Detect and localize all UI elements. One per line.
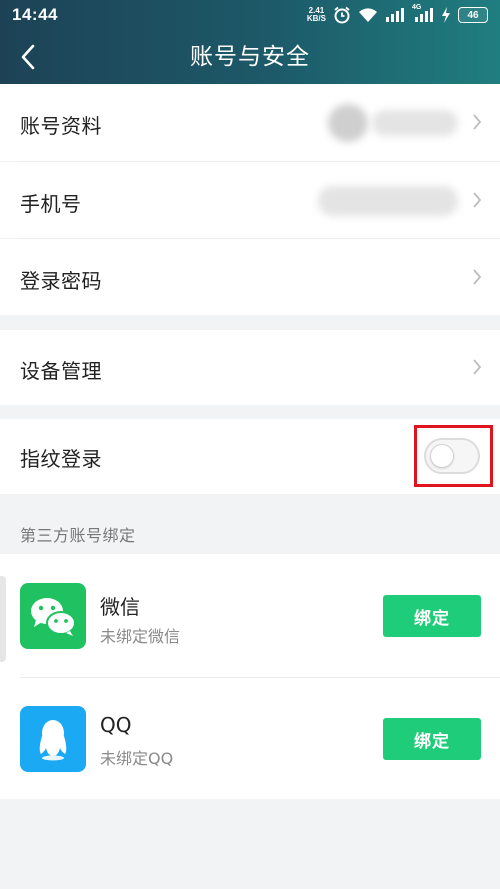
blurred-username	[372, 110, 458, 136]
network-speed: 2.41 KB/S	[306, 6, 326, 23]
header: 14:44 2.41 KB/S 4G 46 账号与安全	[0, 0, 500, 84]
wechat-icon	[20, 583, 86, 649]
chevron-right-icon	[473, 269, 482, 285]
bind-qq-button[interactable]: 绑定	[383, 718, 481, 760]
login-password-row[interactable]: 登录密码	[0, 239, 500, 315]
account-profile-label: 账号资料	[20, 114, 102, 138]
status-time: 14:44	[12, 5, 58, 24]
signal-4g-icon: 4G	[412, 4, 434, 23]
charging-icon	[441, 7, 451, 23]
qq-name: QQ	[100, 713, 132, 737]
floating-edge-handle[interactable]	[0, 576, 6, 662]
alarm-icon	[333, 6, 351, 24]
page-title: 账号与安全	[190, 44, 310, 70]
third-party-section-label: 第三方账号绑定	[20, 526, 136, 545]
device-management-row[interactable]: 设备管理	[0, 330, 500, 405]
nav-bar: 账号与安全	[0, 30, 500, 84]
phone-number-row[interactable]: 手机号	[0, 162, 500, 238]
divider	[20, 677, 500, 678]
qq-icon	[20, 706, 86, 772]
battery-indicator: 46	[458, 7, 488, 23]
status-icons: 2.41 KB/S 4G 46	[306, 4, 488, 24]
qq-status: 未绑定QQ	[100, 749, 174, 768]
chevron-right-icon	[473, 192, 482, 208]
highlight-box	[414, 425, 493, 487]
signal-icon	[385, 7, 405, 23]
back-button[interactable]	[10, 38, 46, 76]
wechat-status: 未绑定微信	[100, 627, 181, 646]
blurred-phone-number	[318, 186, 458, 216]
account-profile-row[interactable]: 账号资料	[0, 84, 500, 161]
login-password-label: 登录密码	[20, 269, 102, 293]
chevron-right-icon	[473, 359, 482, 375]
device-management-label: 设备管理	[20, 359, 102, 383]
status-bar: 14:44 2.41 KB/S 4G 46	[0, 0, 500, 30]
wechat-name: 微信	[100, 595, 140, 619]
wifi-icon	[358, 7, 378, 23]
phone-number-label: 手机号	[20, 192, 82, 216]
chevron-left-icon	[21, 44, 35, 70]
bind-wechat-button[interactable]: 绑定	[383, 595, 481, 637]
chevron-right-icon	[473, 114, 482, 130]
fingerprint-login-label: 指纹登录	[20, 447, 102, 471]
blurred-avatar	[328, 104, 368, 142]
